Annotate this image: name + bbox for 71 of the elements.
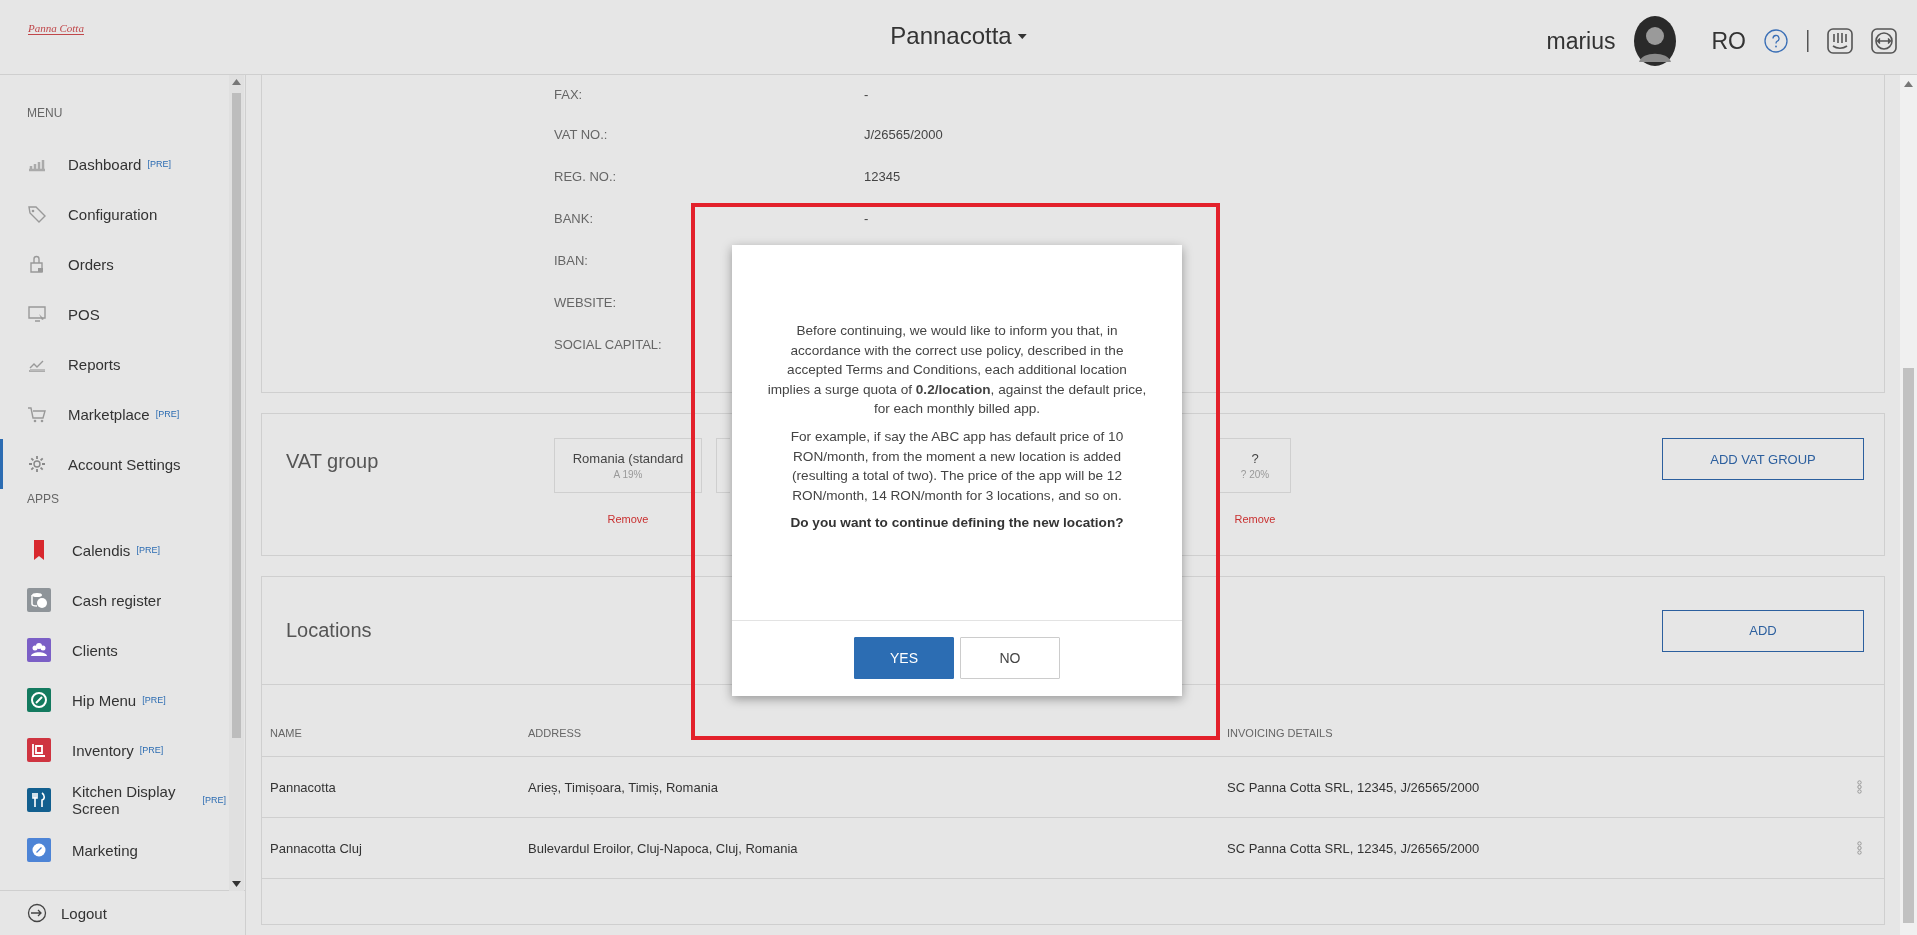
sidebar-item[interactable]: Hip Menu [PRE] bbox=[0, 675, 226, 725]
chat-icon[interactable] bbox=[1827, 28, 1853, 54]
help-icon[interactable] bbox=[1764, 29, 1788, 53]
field-label: BANK: bbox=[554, 210, 593, 226]
sidebar-item[interactable]: Reports bbox=[0, 339, 226, 389]
sidebar-item[interactable]: Kitchen Display Screen [PRE] bbox=[0, 775, 226, 825]
column-header: NAME bbox=[270, 727, 302, 739]
logout-link[interactable]: Logout bbox=[0, 890, 245, 935]
field-label: FAX: bbox=[554, 86, 583, 102]
tag-icon bbox=[27, 204, 47, 224]
language-selector[interactable]: RO bbox=[1711, 27, 1746, 55]
scrollbar-thumb[interactable] bbox=[232, 93, 241, 738]
table-cell: Pannacotta Cluj bbox=[270, 840, 362, 856]
cart-icon bbox=[27, 404, 47, 424]
field-value: J/26565/2000 bbox=[864, 126, 943, 142]
remove-link[interactable]: Remove bbox=[1234, 513, 1276, 525]
sidebar-item[interactable]: Configuration bbox=[0, 189, 226, 239]
sidebar-item[interactable]: Calendis [PRE] bbox=[0, 525, 226, 575]
section-title: Locations bbox=[286, 619, 372, 642]
field-label: IBAN: bbox=[554, 252, 588, 268]
sidebar-item[interactable]: POS bbox=[0, 289, 226, 339]
confirm-button[interactable]: YES bbox=[854, 636, 954, 679]
cancel-button[interactable]: NO bbox=[960, 636, 1060, 679]
dialog-message: For example, if say the ABC app has default price of 10 RON/month, from the moment a new location is added (resulting a total of two). The price of the app will be 12 RON/month, 14 RON/month for 3 locations, and so on. bbox=[789, 427, 1125, 505]
field-value: - bbox=[864, 210, 869, 226]
table-cell: Arieș, Timișoara, Timiș, Romania bbox=[528, 779, 718, 795]
section-title: VAT group bbox=[286, 449, 380, 473]
field-label: SOCIAL CAPITAL: bbox=[554, 336, 662, 352]
separator-icon bbox=[1806, 30, 1809, 52]
field-label: WEBSITE: bbox=[554, 294, 617, 310]
sidebar-item[interactable]: Marketing bbox=[0, 825, 226, 875]
scroll-up-icon[interactable] bbox=[232, 79, 241, 85]
dialog-question: Do you want to continue defining the new location? bbox=[789, 514, 1125, 533]
vat-group-tile[interactable]: ? ? 20% bbox=[1219, 438, 1291, 493]
monitor-icon bbox=[27, 304, 47, 324]
column-header: INVOICING DETAILS bbox=[1226, 727, 1333, 739]
location-dropdown[interactable]: Pannacotta bbox=[890, 22, 1027, 50]
section-heading: APPS bbox=[26, 491, 60, 508]
sidebar-item[interactable]: Inventory [PRE] bbox=[0, 725, 226, 775]
sidebar-item[interactable]: Dashboard [PRE] bbox=[0, 139, 226, 189]
scrollbar-thumb[interactable] bbox=[1903, 368, 1914, 923]
table-cell-text: SC Panna Cotta SRL, 12345, J/26565/2000 bbox=[1226, 840, 1480, 856]
section-heading: MENU bbox=[26, 105, 64, 122]
sidebar-item[interactable]: Orders bbox=[0, 239, 226, 289]
remote-control-icon[interactable] bbox=[1871, 28, 1897, 54]
logo[interactable]: Panna Cotta bbox=[28, 22, 84, 35]
field-label: REG. NO.: bbox=[554, 168, 617, 184]
table-cell: Pannacotta bbox=[270, 779, 336, 795]
logout-icon bbox=[27, 903, 47, 923]
remove-link[interactable]: Remove bbox=[607, 513, 649, 525]
avatar[interactable] bbox=[1633, 16, 1676, 66]
dialog-message: Before continuing, we would like to inform you that, in accordance with the correct use policy, described in the accepted Terms and Conditions, each additional location implies a surge quota of 0.2/location, against the default price, for each monthly billed app. bbox=[766, 322, 1148, 419]
field-value: 12345 bbox=[864, 168, 901, 184]
field-value: - bbox=[864, 86, 869, 102]
sidebar-item[interactable]: Marketplace [PRE] bbox=[0, 389, 226, 439]
sidebar-item[interactable]: Account Settings bbox=[0, 439, 226, 489]
table-cell: Bulevardul Eroilor, Cluj-Napoca, Cluj, Romania bbox=[528, 840, 798, 856]
field-label: VAT NO.: bbox=[554, 126, 608, 142]
sidebar-item[interactable]: Clients bbox=[0, 625, 226, 675]
sidebar-item[interactable]: Cash register bbox=[0, 575, 226, 625]
gear-icon bbox=[27, 454, 47, 474]
user-name[interactable]: marius bbox=[1546, 27, 1616, 55]
column-header: ADDRESS bbox=[528, 727, 582, 739]
vat-group-tile[interactable] bbox=[716, 438, 730, 493]
scroll-down-icon[interactable] bbox=[232, 881, 241, 887]
add-location-button[interactable]: ADD bbox=[1662, 609, 1864, 652]
add-vat-group-button[interactable]: ADD VAT GROUP bbox=[1662, 438, 1864, 480]
caret-icon bbox=[1017, 33, 1027, 39]
scroll-up-icon[interactable] bbox=[1904, 81, 1913, 87]
vat-group-tile[interactable]: Romania (standard A 19% bbox=[554, 438, 702, 493]
table-cell-text: SC Panna Cotta SRL, 12345, J/26565/2000 bbox=[1226, 779, 1480, 795]
